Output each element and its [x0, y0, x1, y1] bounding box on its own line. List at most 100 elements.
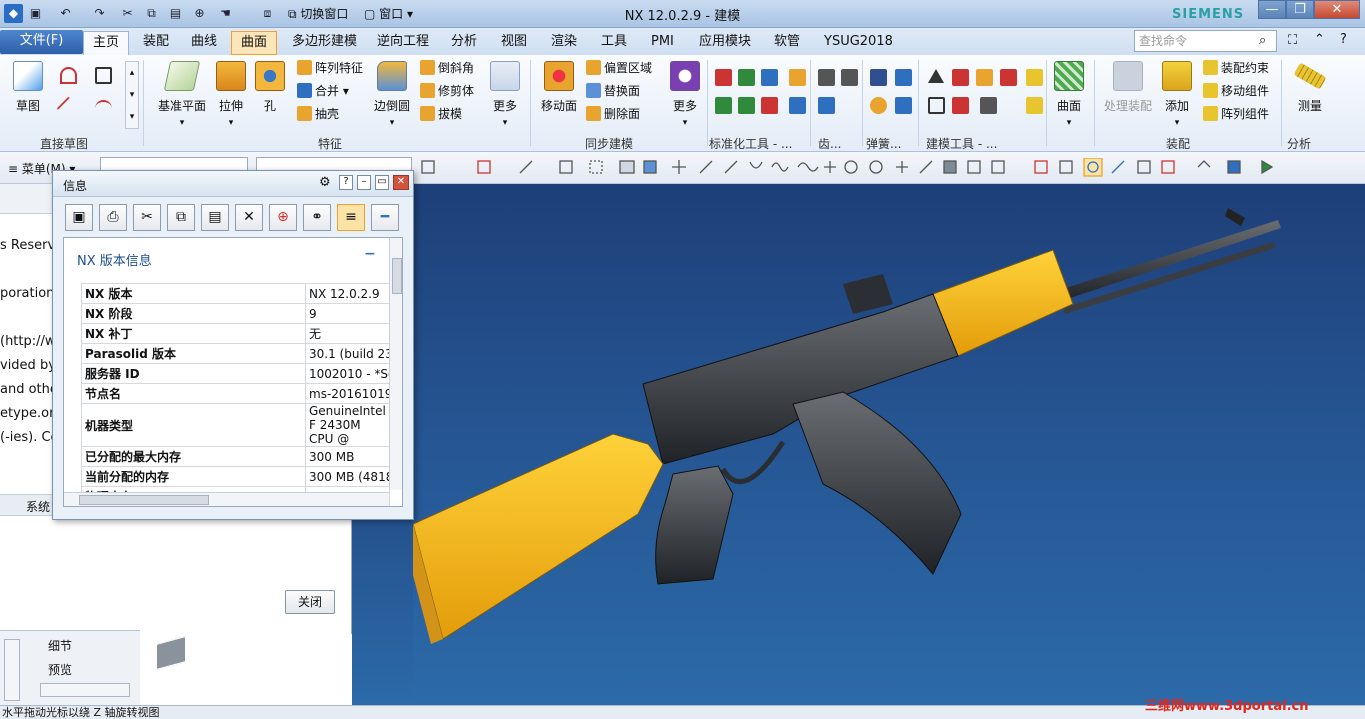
process-assembly-button[interactable]: 处理装配 — [1100, 61, 1156, 114]
edge-blend-button[interactable]: 边倒圆 ▾ — [370, 61, 414, 128]
help-icon[interactable]: ? — [1340, 32, 1347, 47]
tab-application[interactable]: 应用模块 — [690, 31, 760, 55]
minimize-icon[interactable]: – — [357, 175, 371, 190]
pattern-feature-button[interactable]: 阵列特征 — [297, 58, 363, 78]
tab-pmi[interactable]: PMI — [642, 31, 683, 55]
close-button[interactable]: 关闭 — [285, 590, 335, 614]
tab-render[interactable]: 渲染 — [542, 31, 586, 55]
spring-tool-icon-2[interactable] — [895, 69, 912, 86]
std-tool-icon-8[interactable] — [789, 97, 806, 114]
std-tool-icon-4[interactable] — [789, 69, 806, 86]
horizontal-scrollbar[interactable] — [40, 683, 130, 697]
hole-button[interactable]: 孔 — [254, 61, 286, 114]
gear-tool-icon-2[interactable] — [841, 69, 858, 86]
search-icon[interactable]: ⌕ — [1259, 33, 1266, 48]
tab-home[interactable]: 主页 — [83, 31, 130, 55]
mold-tool-icon-9[interactable] — [1026, 97, 1043, 114]
measure-button[interactable]: 测量 — [1290, 61, 1330, 114]
datum-plane-button[interactable]: 基准平面 ▾ — [155, 61, 209, 128]
studio-spline-icon[interactable] — [95, 100, 112, 117]
tab-view[interactable]: 视图 — [492, 31, 536, 55]
minimize-button[interactable]: — — [1258, 0, 1286, 19]
tab-tools[interactable]: 工具 — [592, 31, 636, 55]
replace-face-button[interactable]: 替换面 — [586, 81, 640, 101]
std-tool-icon-2[interactable] — [738, 69, 755, 86]
pattern-component-button[interactable]: 阵列组件 — [1203, 104, 1269, 124]
unite-button[interactable]: 合并 ▾ — [297, 81, 349, 101]
arc-icon[interactable] — [60, 67, 77, 84]
word-wrap-icon[interactable]: ≡ — [337, 204, 365, 231]
section-collapse-icon[interactable]: − — [364, 246, 376, 262]
save-info-icon[interactable]: ▣ — [65, 204, 93, 231]
close-window-button[interactable]: ✕ — [1314, 0, 1360, 19]
preview-section[interactable]: 预览 — [48, 661, 72, 678]
draft-button[interactable]: 拔模 — [420, 104, 462, 124]
mold-tool-icon-4[interactable] — [1000, 69, 1017, 86]
mold-tool-icon-2[interactable] — [952, 69, 969, 86]
mold-tool-icon-1[interactable] — [928, 69, 944, 83]
offset-region-button[interactable]: 偏置区域 — [586, 58, 652, 78]
spring-tool-icon-3[interactable] — [870, 97, 887, 114]
tab-reverse-engineering[interactable]: 逆向工程 — [368, 31, 438, 55]
tab-curve[interactable]: 曲线 — [182, 31, 226, 55]
cut-icon[interactable]: ✂ — [133, 204, 161, 231]
fullscreen-icon[interactable]: ⛶ — [1288, 33, 1297, 48]
sync-more-button[interactable]: 更多 ▾ — [668, 61, 702, 128]
selection-tools-strip[interactable] — [420, 158, 1320, 178]
gear-tool-icon-1[interactable] — [818, 69, 835, 86]
std-tool-icon-7[interactable] — [761, 97, 778, 114]
mold-tool-icon-5[interactable] — [928, 97, 945, 114]
help-icon[interactable]: ? — [339, 175, 353, 190]
gear-icon[interactable]: ⚙ — [319, 175, 331, 190]
spring-tool-icon-4[interactable] — [895, 97, 912, 114]
mold-tool-icon-6[interactable] — [952, 97, 969, 114]
dialog-titlebar[interactable]: 信息 ⚙ ? – ▭ ✕ — [53, 171, 413, 197]
close-icon[interactable]: ✕ — [393, 175, 409, 190]
vertical-scrollbar[interactable] — [4, 639, 20, 701]
move-face-button[interactable]: 移动面 — [538, 61, 580, 114]
mold-tool-icon-3[interactable] — [976, 69, 993, 86]
graphics-viewport[interactable] — [401, 184, 1365, 705]
command-search-input[interactable]: 查找命令 — [1134, 30, 1277, 52]
vertical-scrollbar[interactable] — [389, 238, 402, 490]
target-icon[interactable]: ⊕ — [269, 204, 297, 231]
assembly-constraint-button[interactable]: 装配约束 — [1203, 58, 1269, 78]
std-tool-icon-5[interactable] — [715, 97, 732, 114]
std-tool-icon-6[interactable] — [738, 97, 755, 114]
delete-icon[interactable]: ✕ — [235, 204, 263, 231]
copy-icon[interactable]: ⧉ — [167, 204, 195, 231]
paste-icon[interactable]: ▤ — [201, 204, 229, 231]
chamfer-button[interactable]: 倒斜角 — [420, 58, 474, 78]
tab-surface[interactable]: 曲面 — [231, 31, 278, 55]
print-icon[interactable]: ⎙ — [99, 204, 127, 231]
rectangle-icon[interactable] — [95, 67, 112, 84]
restore-icon[interactable]: ▭ — [375, 175, 389, 190]
mold-tool-icon-8[interactable] — [1026, 69, 1043, 86]
mold-tool-icon-7[interactable] — [980, 97, 997, 114]
std-tool-icon-3[interactable] — [761, 69, 778, 86]
tab-ysug2018[interactable]: YSUG2018 — [815, 31, 902, 55]
surface-button[interactable]: 曲面 ▾ — [1052, 61, 1086, 128]
feature-more-button[interactable]: 更多 ▾ — [488, 61, 522, 128]
tab-system[interactable]: 系统 — [26, 498, 50, 515]
tab-hose[interactable]: 软管 — [765, 31, 809, 55]
tab-file[interactable]: 文件(F) — [0, 30, 83, 54]
maximize-button[interactable]: ❐ — [1286, 0, 1314, 19]
gear-tool-icon-3[interactable] — [818, 97, 835, 114]
sketch-gallery-scroll[interactable]: ▴ ▾ ▾ — [125, 61, 139, 129]
trim-body-button[interactable]: 修剪体 — [420, 81, 474, 101]
add-component-button[interactable]: 添加 ▾ — [1160, 61, 1194, 128]
extrude-button[interactable]: 拉伸 ▾ — [213, 61, 249, 128]
tab-polygon-modeling[interactable]: 多边形建模 — [283, 31, 366, 55]
sketch-button[interactable]: 草图 — [8, 61, 48, 114]
move-component-button[interactable]: 移动组件 — [1203, 81, 1269, 101]
collapse-ribbon-icon[interactable]: ⌃ — [1314, 32, 1325, 47]
std-tool-icon-1[interactable] — [715, 69, 732, 86]
delete-face-button[interactable]: 删除面 — [586, 104, 640, 124]
horizontal-scrollbar[interactable] — [64, 492, 389, 506]
line-icon[interactable] — [56, 96, 81, 121]
spring-tool-icon-1[interactable] — [870, 69, 887, 86]
binoculars-icon[interactable]: ⚭ — [303, 204, 331, 231]
tab-analysis[interactable]: 分析 — [442, 31, 486, 55]
collapse-icon[interactable]: ━ — [371, 204, 399, 231]
